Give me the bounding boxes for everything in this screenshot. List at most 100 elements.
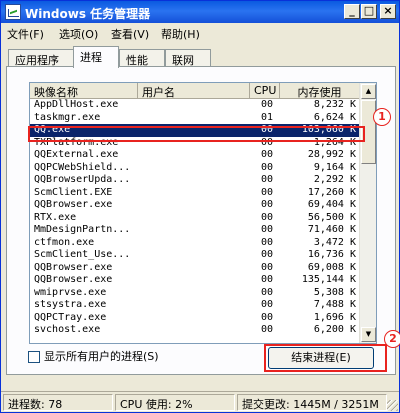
process-row[interactable]: QQPCTray.exe 00 1,696 K (30, 312, 360, 325)
process-cpu: 00 (260, 224, 274, 235)
process-memory: 103,060 K (301, 124, 356, 135)
process-cpu: 00 (260, 99, 274, 110)
annotation-marker-2: 2 (384, 330, 400, 348)
process-cpu: 00 (260, 236, 274, 248)
process-cpu: 00 (260, 299, 274, 310)
menu-view[interactable]: 查看(V) (111, 26, 149, 42)
process-name: AppDllHost.exe (34, 99, 119, 110)
process-name: QQBrowser.exe (34, 274, 113, 285)
process-row[interactable]: AppDllHost.exe 00 8,232 K (30, 99, 360, 112)
process-row[interactable]: QQBrowser.exe 00 69,404 K (30, 199, 360, 212)
tab-networking[interactable]: 联网 (165, 49, 211, 67)
window-title: Windows 任务管理器 (25, 7, 151, 21)
process-memory: 71,460 K (307, 224, 356, 235)
process-name: RTX.exe (34, 211, 77, 223)
column-image-name[interactable]: 映像名称 (30, 83, 138, 99)
process-cpu: 00 (260, 286, 274, 298)
process-list[interactable]: 映像名称 用户名 CPU 内存使用 AppDllHost.exe 00 8,232 … (29, 82, 377, 344)
process-name: QQBrowser.exe (34, 199, 113, 210)
column-user-name[interactable]: 用户名 (138, 83, 250, 99)
process-row[interactable]: QQPCWebShield... 00 9,164 K (30, 162, 360, 175)
status-process-count: 进程数: 78 (3, 394, 113, 411)
processes-panel: 映像名称 用户名 CPU 内存使用 AppDllHost.exe 00 8,232 … (6, 66, 396, 375)
process-rows: AppDllHost.exe 00 8,232 K taskmgr.exe 01 6,62… (30, 99, 360, 337)
process-name: QQPCTray.exe (34, 311, 107, 323)
process-cpu: 00 (260, 149, 274, 160)
process-row[interactable]: stsystra.exe 00 7,488 K (30, 299, 360, 312)
scroll-down-arrow-icon[interactable]: ▼ (361, 327, 376, 342)
process-cpu: 00 (260, 161, 274, 173)
process-name: QQBrowser.exe (34, 261, 113, 273)
show-all-users-option[interactable]: 显示所有用户的进程(S) (28, 348, 159, 364)
annotation-marker-1: 1 (373, 108, 391, 126)
process-row[interactable]: ScmClient_Use... 00 16,736 K (30, 249, 360, 262)
tab-strip: 应用程序 进程 性能 联网 (1, 45, 399, 68)
scroll-up-arrow-icon[interactable]: ▲ (361, 84, 376, 99)
process-row[interactable]: QQExternal.exe 00 28,992 K (30, 149, 360, 162)
process-cpu: 00 (260, 186, 274, 198)
process-name: wmiprvse.exe (34, 286, 107, 298)
process-cpu: 00 (260, 274, 274, 285)
menu-help[interactable]: 帮助(H) (161, 26, 200, 42)
process-row[interactable]: QQBrowser.exe 00 69,008 K (30, 262, 360, 275)
title-bar[interactable]: Windows 任务管理器 _ □ × (1, 1, 399, 23)
process-row[interactable]: svchost.exe 00 6,200 K (30, 324, 360, 337)
process-memory: 1,696 K (313, 311, 356, 323)
process-name: ScmClient_Use... (34, 249, 131, 260)
process-memory: 1,264 K (313, 136, 356, 148)
process-name: QQ.exe (34, 124, 71, 135)
process-row[interactable]: ScmClient.EXE 00 17,260 K (30, 187, 360, 200)
menu-options[interactable]: 选项(O) (59, 26, 98, 42)
process-memory: 8,232 K (313, 99, 356, 110)
menu-file[interactable]: 文件(F) (7, 26, 44, 42)
process-cpu: 00 (260, 124, 274, 135)
process-row[interactable]: RTX.exe 00 56,500 K (30, 212, 360, 225)
process-row[interactable]: QQBrowserUpda... 00 2,292 K (30, 174, 360, 187)
tab-performance[interactable]: 性能 (119, 49, 165, 67)
process-memory: 28,992 K (307, 149, 356, 160)
show-all-users-label: 显示所有用户的进程(S) (44, 350, 159, 363)
process-cpu: 00 (260, 136, 274, 148)
column-memory[interactable]: 内存使用 (280, 83, 360, 99)
process-cpu: 01 (260, 111, 274, 123)
column-cpu[interactable]: CPU (250, 83, 280, 99)
process-cpu: 00 (260, 211, 274, 223)
status-cpu-usage: CPU 使用: 2% (115, 394, 235, 411)
process-name: QQPCWebShield... (34, 161, 131, 173)
maximize-button[interactable]: □ (361, 4, 377, 19)
show-all-users-checkbox[interactable] (28, 351, 40, 363)
process-memory: 135,144 K (301, 274, 356, 285)
process-cpu: 00 (260, 324, 274, 335)
process-row[interactable]: QQ.exe 00 103,060 K (30, 124, 360, 137)
process-name: TXPlatform.exe (34, 136, 119, 148)
process-cpu: 00 (260, 261, 274, 273)
process-name: taskmgr.exe (34, 111, 101, 123)
task-manager-window: Windows 任务管理器 _ □ × 文件(F) 选项(O) 查看(V) 帮助… (0, 0, 400, 413)
process-row[interactable]: ctfmon.exe 00 3,472 K (30, 237, 360, 250)
process-name: ctfmon.exe (34, 236, 95, 248)
process-memory: 5,308 K (313, 286, 356, 298)
scroll-thumb[interactable] (361, 100, 376, 164)
process-memory: 7,488 K (313, 299, 356, 310)
tab-applications[interactable]: 应用程序 (8, 49, 74, 67)
process-row[interactable]: wmiprvse.exe 00 5,308 K (30, 287, 360, 300)
process-memory: 16,736 K (307, 249, 356, 260)
process-row[interactable]: TXPlatform.exe 00 1,264 K (30, 137, 360, 150)
process-cpu: 00 (260, 311, 274, 323)
tab-processes[interactable]: 进程 (73, 46, 119, 68)
process-memory: 69,008 K (307, 261, 356, 273)
process-row[interactable]: taskmgr.exe 01 6,624 K (30, 112, 360, 125)
status-bar: 进程数: 78 CPU 使用: 2% 提交更改: 1445M / 3251M (1, 391, 399, 412)
process-row[interactable]: QQBrowser.exe 00 135,144 K (30, 274, 360, 287)
process-memory: 6,624 K (313, 111, 356, 123)
process-row[interactable]: MmDesignPartn... 00 71,460 K (30, 224, 360, 237)
close-button[interactable]: × (380, 4, 396, 19)
process-name: MmDesignPartn... (34, 224, 131, 235)
vertical-scrollbar[interactable]: ▲ ▼ (359, 83, 376, 343)
process-cpu: 00 (260, 249, 274, 260)
task-manager-icon (5, 4, 21, 20)
end-process-button[interactable]: 结束进程(E) (268, 347, 374, 369)
minimize-button[interactable]: _ (344, 4, 360, 19)
resize-grip-icon[interactable] (387, 400, 398, 411)
process-name: ScmClient.EXE (34, 186, 113, 198)
